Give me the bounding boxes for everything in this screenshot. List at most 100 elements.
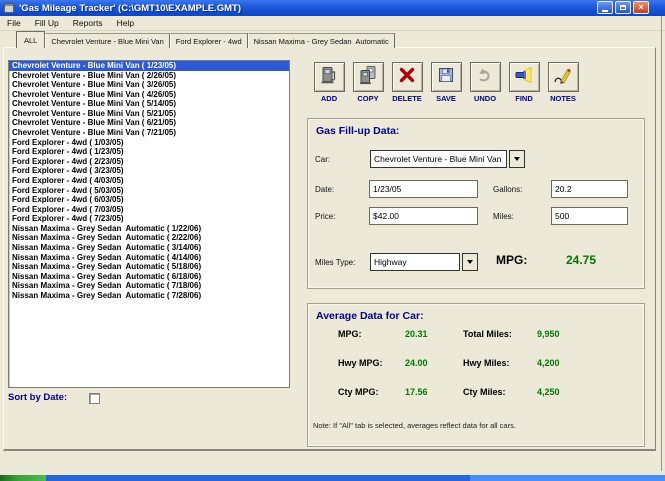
minimize-icon [602, 10, 608, 12]
window-controls: × [597, 1, 649, 14]
copy-button-label: COPY [357, 94, 378, 103]
taskbar-start-edge[interactable] [0, 475, 46, 481]
tab-chevrolet-venture-blue-mini-van[interactable]: Chevrolet Venture - Blue Mini Van [45, 33, 169, 48]
miles-field[interactable]: 500 [551, 207, 628, 225]
undo-arrow-icon [475, 65, 495, 90]
floppy-disk-icon [436, 65, 456, 90]
gallons-field[interactable]: 20.2 [551, 180, 628, 198]
list-item[interactable]: Ford Explorer - 4wd ( 2/23/05) [9, 157, 289, 167]
menu-item-file[interactable]: File [7, 18, 21, 28]
delete-x-icon [397, 65, 417, 90]
list-item[interactable]: Nissan Maxima - Grey Sedan Automatic ( 5… [9, 262, 289, 272]
mpg-label: MPG: [496, 253, 527, 267]
stat-label: Hwy Miles: [463, 358, 537, 387]
notes-button-label: NOTES [550, 94, 576, 103]
car-label: Car: [315, 155, 330, 164]
gallons-label: Gallons: [493, 185, 522, 194]
save-button-label: SAVE [436, 94, 456, 103]
list-item[interactable]: Ford Explorer - 4wd ( 3/23/05) [9, 166, 289, 176]
miles-type-label: Miles Type: [315, 258, 355, 267]
copy-button-group: COPY [346, 62, 390, 103]
tab-nissan-maxima-grey-sedan-automatic[interactable]: Nissan Maxima - Grey Sedan Automatic [248, 33, 395, 48]
stat-value: 4,200 [537, 358, 638, 387]
stat-label: Hwy MPG: [338, 358, 405, 387]
chevron-down-icon [514, 157, 520, 161]
list-item[interactable]: Chevrolet Venture - Blue Mini Van ( 7/21… [9, 128, 289, 138]
add-button-label: ADD [321, 94, 337, 103]
list-item[interactable]: Nissan Maxima - Grey Sedan Automatic ( 3… [9, 243, 289, 253]
restore-icon [620, 5, 626, 10]
find-button[interactable] [509, 62, 540, 92]
menu-item-fill-up[interactable]: Fill Up [35, 18, 59, 28]
list-item[interactable]: Chevrolet Venture - Blue Mini Van ( 3/26… [9, 80, 289, 90]
price-field[interactable]: $42.00 [369, 207, 478, 225]
menu-item-help[interactable]: Help [117, 18, 134, 28]
app-window: 'Gas Mileage Tracker' (C:\GMT10\EXAMPLE.… [0, 0, 665, 481]
stat-value: 24.00 [405, 358, 463, 387]
app-icon [4, 3, 14, 13]
miles-type-select-arrow[interactable] [462, 253, 478, 271]
taskbar-edge [46, 475, 470, 481]
stat-value: 9,950 [537, 329, 638, 358]
copy-button[interactable] [353, 62, 384, 92]
list-item[interactable]: Nissan Maxima - Grey Sedan Automatic ( 7… [9, 281, 289, 291]
list-item[interactable]: Ford Explorer - 4wd ( 6/03/05) [9, 195, 289, 205]
list-item[interactable]: Ford Explorer - 4wd ( 4/03/05) [9, 176, 289, 186]
list-item[interactable]: Nissan Maxima - Grey Sedan Automatic ( 6… [9, 272, 289, 282]
list-item[interactable]: Ford Explorer - 4wd ( 1/03/05) [9, 138, 289, 148]
miles-label: Miles: [493, 212, 514, 221]
undo-button-label: UNDO [474, 94, 496, 103]
date-field[interactable]: 1/23/05 [369, 180, 478, 198]
list-item[interactable]: Ford Explorer - 4wd ( 5/03/05) [9, 186, 289, 196]
list-item[interactable]: Chevrolet Venture - Blue Mini Van ( 5/14… [9, 99, 289, 109]
title-bar: 'Gas Mileage Tracker' (C:\GMT10\EXAMPLE.… [0, 0, 665, 16]
gas-pump-icon [319, 65, 339, 90]
minimize-button[interactable] [597, 1, 613, 14]
find-button-label: FIND [515, 94, 533, 103]
stat-value: 20.31 [405, 329, 463, 358]
delete-button-label: DELETE [392, 94, 422, 103]
close-button[interactable]: × [633, 1, 649, 14]
mpg-value: 24.75 [566, 253, 596, 267]
list-item[interactable]: Nissan Maxima - Grey Sedan Automatic ( 2… [9, 233, 289, 243]
save-button[interactable] [431, 62, 462, 92]
window-right-border [661, 16, 662, 471]
list-item[interactable]: Chevrolet Venture - Blue Mini Van ( 2/26… [9, 71, 289, 81]
list-item[interactable]: Nissan Maxima - Grey Sedan Automatic ( 7… [9, 291, 289, 301]
restore-button[interactable] [615, 1, 631, 14]
fillup-list[interactable]: Chevrolet Venture - Blue Mini Van ( 1/23… [8, 60, 290, 388]
list-item[interactable]: Nissan Maxima - Grey Sedan Automatic ( 4… [9, 253, 289, 263]
pencil-note-icon [553, 65, 573, 90]
stat-label: Cty MPG: [338, 387, 405, 416]
menu-item-reports[interactable]: Reports [73, 18, 103, 28]
menu-bar: File Fill Up Reports Help [0, 16, 665, 31]
tab-ford-explorer-4wd[interactable]: Ford Explorer - 4wd [170, 33, 248, 48]
list-item[interactable]: Ford Explorer - 4wd ( 7/23/05) [9, 214, 289, 224]
delete-button[interactable] [392, 62, 423, 92]
save-button-group: SAVE [424, 62, 468, 103]
add-button[interactable] [314, 62, 345, 92]
sort-by-date-checkbox[interactable] [89, 393, 100, 404]
list-item[interactable]: Chevrolet Venture - Blue Mini Van ( 5/21… [9, 109, 289, 119]
car-select[interactable]: Chevrolet Venture - Blue Mini Van [370, 150, 507, 168]
date-label: Date: [315, 185, 334, 194]
list-item[interactable]: Ford Explorer - 4wd ( 1/23/05) [9, 147, 289, 157]
list-item[interactable]: Ford Explorer - 4wd ( 7/03/05) [9, 205, 289, 215]
gas-pump-copy-icon [358, 65, 378, 90]
flashlight-icon [514, 65, 534, 90]
notes-button[interactable] [548, 62, 579, 92]
sort-by-date-label: Sort by Date: [8, 392, 67, 403]
window-title: 'Gas Mileage Tracker' (C:\GMT10\EXAMPLE.… [19, 3, 241, 14]
car-select-arrow[interactable] [509, 150, 525, 168]
stat-label: Cty Miles: [463, 387, 537, 416]
list-item[interactable]: Chevrolet Venture - Blue Mini Van ( 4/26… [9, 90, 289, 100]
tab-all[interactable]: ALL [16, 31, 45, 48]
miles-type-select[interactable]: Highway [370, 253, 460, 271]
list-item[interactable]: Chevrolet Venture - Blue Mini Van ( 1/23… [9, 61, 289, 71]
undo-button-group: UNDO [463, 62, 507, 103]
list-item[interactable]: Nissan Maxima - Grey Sedan Automatic ( 1… [9, 224, 289, 234]
notes-button-group: NOTES [541, 62, 585, 103]
undo-button[interactable] [470, 62, 501, 92]
list-item[interactable]: Chevrolet Venture - Blue Mini Van ( 6/21… [9, 118, 289, 128]
average-heading: Average Data for Car: [316, 310, 424, 322]
